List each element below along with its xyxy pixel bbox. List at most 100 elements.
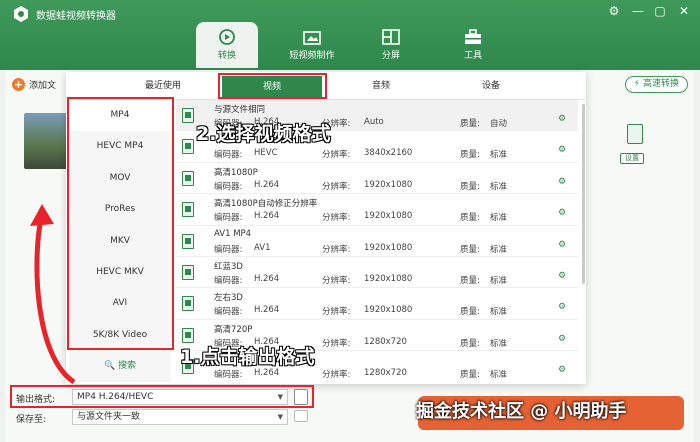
gear-icon[interactable]: ⚙ bbox=[558, 334, 566, 344]
format-item-mp4[interactable]: MP4 bbox=[69, 100, 171, 132]
gear-icon[interactable]: ⚙ bbox=[558, 177, 566, 187]
folder-icon[interactable] bbox=[294, 410, 308, 422]
annotation-arrow bbox=[30, 204, 76, 385]
tab-device[interactable]: 设备 bbox=[446, 72, 536, 100]
format-item-5k8k[interactable]: 5K/8K Video bbox=[69, 320, 171, 351]
add-file-button[interactable]: + 添加文 bbox=[12, 78, 56, 91]
preset-row[interactable]: 红蓝3D 编码器: H.264 分辨率: 1920x1080 质量: 标准 ⚙ bbox=[176, 257, 578, 289]
gear-icon[interactable]: ⚙ bbox=[558, 208, 566, 218]
tab-tools[interactable]: 工具 bbox=[448, 22, 498, 68]
quality-label: 质量: bbox=[460, 244, 480, 255]
encoder-label: 编码器: bbox=[214, 307, 243, 318]
toolbox-icon bbox=[465, 29, 481, 44]
fast-convert-button[interactable]: ⚡ 高速转换 bbox=[624, 76, 688, 93]
format-item-hevc-mkv[interactable]: HEVC MKV bbox=[69, 257, 171, 288]
gear-icon[interactable]: ⚙ bbox=[558, 271, 566, 281]
output-format-label: 输出格式: bbox=[16, 395, 56, 405]
resolution-value: 1920x1080 bbox=[364, 273, 413, 284]
settings-icon[interactable]: ⚙ bbox=[606, 3, 622, 19]
quality-label: 质量: bbox=[460, 307, 480, 318]
maximize-icon[interactable]: ▢ bbox=[652, 3, 668, 19]
resolution-label: 分辨率: bbox=[322, 275, 351, 286]
encoder-value: H.264 bbox=[254, 211, 280, 222]
preset-name: 高清720P bbox=[214, 324, 253, 335]
encoder-label: 编码器: bbox=[214, 181, 243, 192]
watermark: 掘金技术社区 @ 小明助手 bbox=[416, 401, 627, 422]
encoder-label: 编码器: bbox=[214, 213, 243, 224]
chevron-down-icon: ▼ bbox=[277, 413, 283, 421]
quality-label: 质量: bbox=[460, 370, 480, 381]
preset-row[interactable]: 高清1080P 编码器: H.264 分辨率: 1920x1080 质量: 标准 ⚙ bbox=[176, 163, 578, 195]
gear-icon[interactable]: ⚙ bbox=[558, 302, 566, 312]
format-list: MP4 HEVC MP4 MOV ProRes MKV HEVC MKV AVI… bbox=[69, 100, 171, 382]
quality-value: 标准 bbox=[490, 181, 508, 192]
preset-row[interactable]: 左右3D 编码器: H.264 分辨率: 1920x1080 质量: 标准 ⚙ bbox=[176, 288, 578, 320]
annotation-step1: 1.点击输出格式 bbox=[180, 346, 315, 368]
preset-name: 与源文件相同 bbox=[214, 105, 266, 115]
tab-split-screen[interactable]: 分屏 bbox=[366, 22, 416, 68]
quality-value: 标准 bbox=[490, 370, 508, 381]
save-to-label: 保存至: bbox=[16, 415, 47, 425]
close-icon[interactable]: ✕ bbox=[676, 3, 692, 19]
preset-name: 高清1080P bbox=[214, 167, 258, 178]
preset-scrollbar[interactable] bbox=[582, 104, 585, 284]
video-file-icon bbox=[182, 108, 194, 123]
settings-button[interactable]: 设置 bbox=[620, 153, 644, 164]
format-settings-icon[interactable] bbox=[294, 389, 308, 405]
video-file-icon bbox=[182, 264, 194, 280]
resolution-label: 分辨率: bbox=[322, 181, 351, 192]
convert-icon bbox=[219, 29, 235, 45]
format-item-mov[interactable]: MOV bbox=[69, 163, 171, 194]
encoder-label: 编码器: bbox=[214, 275, 243, 286]
quality-label: 质量: bbox=[460, 338, 480, 349]
preset-name: 高清1080P自动修正分辨率 bbox=[214, 199, 318, 210]
encoder-label: 编码器: bbox=[214, 244, 243, 255]
save-to-select[interactable]: 与源文件夹一致 ▼ bbox=[72, 409, 288, 425]
tab-short-video[interactable]: 短视频制作 bbox=[280, 22, 344, 68]
resolution-value: 1280x720 bbox=[364, 336, 407, 347]
output-format-file-icon[interactable] bbox=[627, 124, 643, 144]
gear-icon[interactable]: ⚙ bbox=[558, 365, 566, 375]
tab-recent[interactable]: 最近使用 bbox=[118, 72, 208, 100]
gear-icon[interactable]: ⚙ bbox=[558, 240, 566, 250]
resolution-label: 分辨率: bbox=[322, 338, 351, 349]
resolution-value: 1920x1080 bbox=[364, 242, 413, 253]
format-item-hevc-mp4[interactable]: HEVC MP4 bbox=[69, 131, 171, 162]
encoder-value: AV1 bbox=[254, 242, 271, 253]
quality-value: 自动 bbox=[490, 119, 508, 129]
resolution-label: 分辨率: bbox=[322, 307, 351, 318]
save-to-value: 与源文件夹一致 bbox=[77, 412, 141, 422]
gear-icon[interactable]: ⚙ bbox=[558, 114, 566, 124]
quality-value: 标准 bbox=[490, 244, 508, 255]
encoder-value: H.264 bbox=[254, 273, 280, 284]
annotation-step2: 2.选择视频格式 bbox=[196, 123, 331, 145]
preset-row[interactable]: AV1 MP4 编码器: AV1 分辨率: 1920x1080 质量: 标准 ⚙ bbox=[176, 226, 578, 257]
video-file-icon bbox=[182, 233, 194, 249]
app-title: 数据蛙视频转换器 bbox=[36, 11, 116, 22]
search-label: 搜索 bbox=[118, 361, 137, 371]
add-file-label: 添加文 bbox=[29, 81, 57, 91]
resolution-value: Auto bbox=[364, 117, 384, 127]
search-button[interactable]: 🔍 搜索 bbox=[69, 356, 171, 376]
format-item-avi[interactable]: AVI bbox=[69, 288, 171, 319]
preset-row[interactable]: 高清1080P自动修正分辨率 编码器: H.264 分辨率: 1920x1080 质量: 标… bbox=[176, 194, 578, 226]
preset-name: 红蓝3D bbox=[214, 261, 243, 272]
video-thumbnail[interactable] bbox=[24, 113, 68, 169]
encoder-label: 编码器: bbox=[214, 150, 243, 161]
quality-value: 标准 bbox=[490, 213, 508, 224]
gear-icon[interactable]: ⚙ bbox=[558, 145, 566, 155]
format-item-prores[interactable]: ProRes bbox=[69, 194, 171, 225]
resolution-label: 分辨率: bbox=[322, 213, 351, 224]
format-item-mkv[interactable]: MKV bbox=[69, 226, 171, 257]
tab-audio[interactable]: 音频 bbox=[336, 72, 426, 100]
tab-convert[interactable]: 转换 bbox=[196, 22, 258, 68]
format-tabs: 最近使用 视频 音频 设备 bbox=[66, 72, 586, 100]
video-file-icon bbox=[182, 296, 194, 312]
minimize-icon[interactable]: — bbox=[630, 3, 646, 19]
encoder-value: H.264 bbox=[254, 179, 280, 190]
output-format-select[interactable]: MP4 H.264/HEVC ▼ bbox=[72, 389, 288, 405]
tab-video[interactable]: 视频 bbox=[222, 76, 322, 98]
quality-label: 质量: bbox=[460, 181, 480, 192]
quality-label: 质量: bbox=[460, 119, 480, 129]
chevron-down-icon: ▼ bbox=[277, 393, 283, 401]
